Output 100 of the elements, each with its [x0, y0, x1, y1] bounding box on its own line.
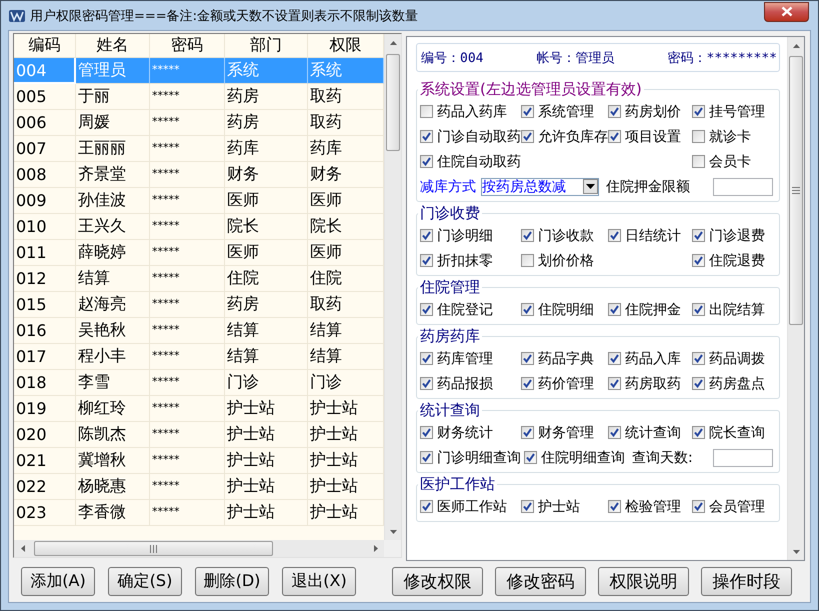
- checkbox[interactable]: 门诊收款: [521, 226, 608, 244]
- table-cell: 药库: [310, 138, 342, 159]
- table-cell: 015: [16, 295, 47, 314]
- table-row[interactable]: 020 陈凯杰 ***** 护士站 护士站: [14, 422, 384, 448]
- table-row[interactable]: 017 程小丰 ***** 结算 结算: [14, 344, 384, 370]
- check-icon: [693, 230, 704, 241]
- checkbox[interactable]: 药库管理: [420, 350, 521, 368]
- scroll-thumb[interactable]: [34, 541, 273, 556]
- checkbox[interactable]: 会员卡: [692, 152, 777, 170]
- table-row[interactable]: 010 王兴久 ***** 院长 院长: [14, 214, 384, 240]
- table-cell: 取药: [310, 294, 342, 315]
- checkbox[interactable]: 财务统计: [420, 424, 521, 442]
- checkbox[interactable]: 门诊退费: [692, 226, 777, 244]
- table-cell: 护士站: [227, 450, 275, 471]
- scroll-thumb[interactable]: [386, 54, 400, 151]
- group-title: 住院管理: [419, 278, 481, 297]
- checkbox[interactable]: 护士站: [521, 498, 608, 516]
- scrollbar[interactable]: [384, 34, 401, 540]
- app-icon: [8, 8, 26, 24]
- checkbox[interactable]: 院长查询: [692, 424, 777, 442]
- table-row[interactable]: 009 孙佳波 ***** 医师 医师: [14, 188, 384, 214]
- checkbox[interactable]: 会员管理: [692, 498, 777, 516]
- checkbox[interactable]: 药品字典: [521, 350, 608, 368]
- scrollbar[interactable]: [14, 540, 384, 557]
- checkbox[interactable]: 检验管理: [608, 498, 692, 516]
- table-cell: 019: [16, 399, 47, 418]
- input-field[interactable]: [713, 178, 773, 196]
- table-row[interactable]: 011 薛晓婷 ***** 医师 医师: [14, 240, 384, 266]
- checkbox[interactable]: 药房取药: [608, 374, 692, 392]
- close-icon: [780, 6, 792, 17]
- table-cell: 护士站: [310, 450, 358, 471]
- table-row[interactable]: 015 赵海亮 ***** 药房 取药: [14, 292, 384, 318]
- checkbox[interactable]: 住院登记: [420, 300, 521, 318]
- button[interactable]: 操作时段: [701, 567, 792, 596]
- checkbox[interactable]: 住院自动取药: [420, 152, 521, 170]
- checkbox[interactable]: 住院押金: [608, 300, 692, 318]
- checkbox[interactable]: 门诊自动取药: [420, 128, 521, 146]
- checkbox[interactable]: 药品入库: [608, 350, 692, 368]
- checkbox[interactable]: 药房盘点: [692, 374, 777, 392]
- table-cell: 医师: [310, 190, 342, 211]
- table-row[interactable]: 016 吴艳秋 ***** 结算 结算: [14, 318, 384, 344]
- group-title: 系统设置(左边选管理员设置有效): [419, 80, 643, 99]
- table-row[interactable]: 021 冀增秋 ***** 护士站 护士站: [14, 448, 384, 474]
- checkbox[interactable]: 住院明细: [521, 300, 608, 318]
- checkbox[interactable]: 药房划价: [608, 102, 692, 120]
- checkbox[interactable]: 医师工作站: [420, 498, 521, 516]
- checkbox[interactable]: 财务管理: [521, 424, 608, 442]
- table-row[interactable]: 012 结算 ***** 住院 住院: [14, 266, 384, 292]
- table-row[interactable]: 022 杨晓惠 ***** 护士站 护士站: [14, 474, 384, 500]
- checkbox[interactable]: 药品调拨: [692, 350, 777, 368]
- checkbox[interactable]: 允许负库存: [521, 128, 608, 146]
- scroll-up-icon: [390, 40, 397, 44]
- checkbox[interactable]: 药品报损: [420, 374, 521, 392]
- table-row[interactable]: 019 柳红玲 ***** 护士站 护士站: [14, 396, 384, 422]
- input-field[interactable]: [713, 448, 773, 466]
- button[interactable]: 退出(X): [282, 567, 356, 596]
- checkbox[interactable]: 折扣抹零: [420, 252, 521, 270]
- dropdown[interactable]: 按药房总数减: [481, 178, 599, 196]
- scroll-thumb[interactable]: [789, 56, 803, 325]
- table-row[interactable]: 005 于丽 ***** 药房 取药: [14, 84, 384, 110]
- check-icon: [609, 131, 620, 142]
- checkbox[interactable]: 门诊明细: [420, 226, 521, 244]
- checkbox[interactable]: 划价价格: [521, 252, 608, 270]
- scrollbar[interactable]: [787, 37, 804, 560]
- checkbox[interactable]: 项目设置: [608, 128, 692, 146]
- table-cell: 系统: [227, 60, 259, 81]
- close-button[interactable]: [764, 2, 809, 22]
- button[interactable]: 添加(A): [21, 567, 95, 596]
- checkbox[interactable]: 就诊卡: [692, 128, 777, 146]
- table-cell: 护士站: [310, 398, 358, 419]
- table-row[interactable]: 018 李雪 ***** 门诊 门诊: [14, 370, 384, 396]
- checkbox[interactable]: 药品入药库: [420, 102, 521, 120]
- button[interactable]: 删除(D): [195, 567, 269, 596]
- table-cell: 吴艳秋: [78, 320, 126, 341]
- check-icon: [421, 353, 432, 364]
- button[interactable]: 修改密码: [495, 567, 586, 596]
- checkbox[interactable]: 药价管理: [521, 374, 608, 392]
- button[interactable]: 权限说明: [598, 567, 689, 596]
- button[interactable]: 确定(S): [108, 567, 182, 596]
- checkbox[interactable]: 门诊明细查询: [420, 448, 521, 466]
- table-row[interactable]: 023 李香微 ***** 护士站 护士站: [14, 500, 384, 526]
- checkbox[interactable]: 出院结算: [692, 300, 777, 318]
- table-cell: *****: [152, 479, 180, 492]
- table-row[interactable]: 006 周媛 ***** 药房 取药: [14, 110, 384, 136]
- checkbox[interactable]: 统计查询: [608, 424, 692, 442]
- group-title: 药房药库: [419, 327, 481, 346]
- table-cell: 结算: [310, 320, 342, 341]
- table-cell: 财务: [310, 164, 342, 185]
- table-row[interactable]: 007 王丽丽 ***** 药库 药库: [14, 136, 384, 162]
- scroll-left-icon: [20, 545, 24, 552]
- table-cell: *****: [152, 401, 180, 414]
- checkbox[interactable]: 住院明细查询: [524, 448, 625, 466]
- check-icon: [421, 378, 432, 389]
- button[interactable]: 修改权限: [392, 567, 483, 596]
- checkbox[interactable]: 挂号管理: [692, 102, 777, 120]
- checkbox[interactable]: 日结统计: [608, 226, 692, 244]
- checkbox[interactable]: 系统管理: [521, 102, 608, 120]
- scroll-right-icon: [374, 545, 378, 552]
- table-row[interactable]: 008 齐景堂 ***** 财务 财务: [14, 162, 384, 188]
- checkbox[interactable]: 住院退费: [692, 252, 777, 270]
